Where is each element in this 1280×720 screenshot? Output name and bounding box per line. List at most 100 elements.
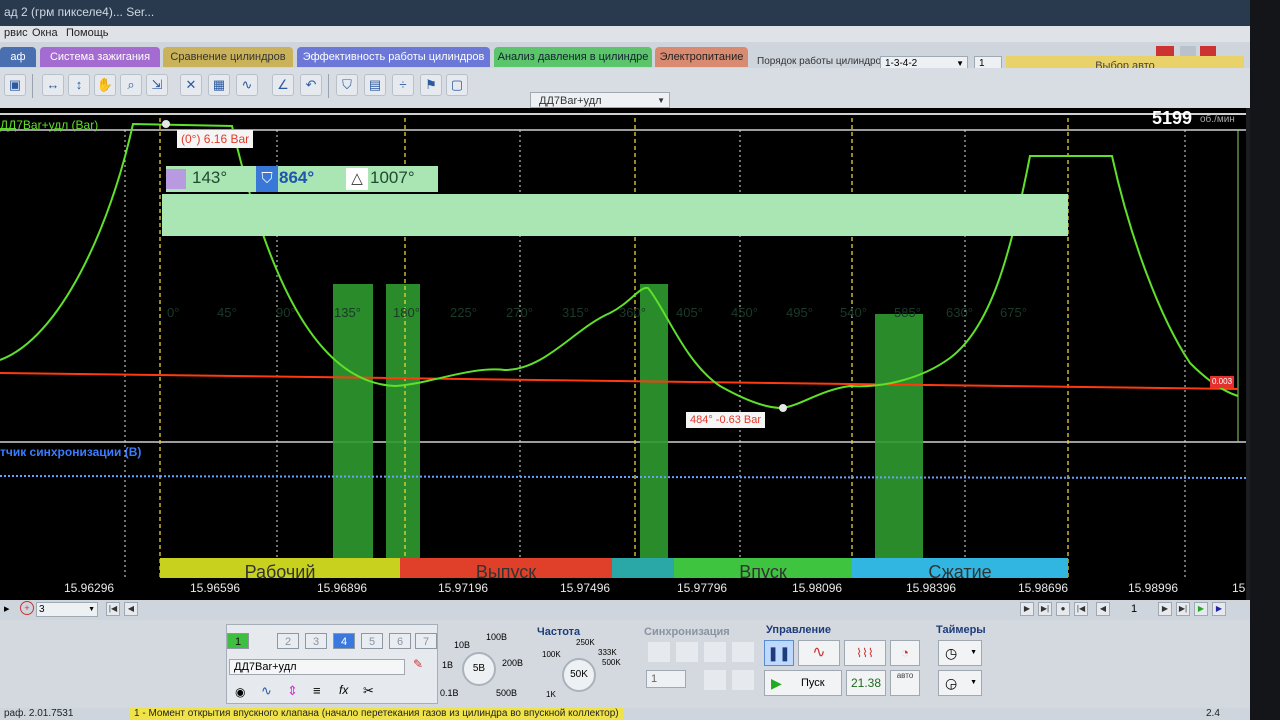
sync-edge-icon[interactable] — [648, 642, 670, 662]
pause-button[interactable]: ❚❚ — [764, 640, 794, 666]
sync-channel-select[interactable]: 1 — [646, 670, 686, 688]
grid-icon[interactable]: ▦ — [208, 74, 230, 96]
menu-bar: рвис Окна Помощь — [0, 26, 1250, 42]
split-icon[interactable]: ÷ — [392, 74, 414, 96]
channel-button-4[interactable]: 4 — [333, 633, 355, 649]
play-icon: ▶ — [771, 675, 782, 691]
minus-icon[interactable]: ▸ — [4, 602, 10, 615]
channel-select-value: ДД7Bar+удл — [539, 95, 602, 107]
chevron-down-icon: ▼ — [970, 649, 977, 656]
flag-icon[interactable]: ⚑ — [420, 74, 442, 96]
play-icon[interactable]: ▶ — [1194, 602, 1208, 616]
channel-select[interactable]: ДД7Bar+удл ▼ — [530, 92, 670, 108]
time-tick: 15.96596 — [190, 581, 241, 595]
frequency-knob[interactable]: 50K — [562, 658, 596, 692]
tab-power[interactable]: Электропитание — [655, 47, 748, 67]
angle-readout: 143° ⛉ 864° △ 1007° — [166, 166, 438, 192]
filter-marker-icon: ⛉ — [256, 166, 278, 192]
lines-icon[interactable]: ≡ — [313, 683, 321, 698]
range-knob[interactable]: 5В — [462, 652, 496, 686]
tab-pressure-analysis[interactable]: Анализ давления в цилиндре — [494, 47, 652, 67]
last-icon[interactable]: ▶| — [1038, 602, 1052, 616]
step-back-icon[interactable]: ◀ — [1096, 602, 1110, 616]
move-horizontal-icon[interactable]: ↔ — [42, 74, 64, 96]
fit-icon[interactable]: ⇲ — [146, 74, 168, 96]
tab-cylinder-compare[interactable]: Сравнение цилиндров — [163, 47, 293, 67]
channel-button-2[interactable]: 2 — [277, 633, 299, 649]
channel-button-3[interactable]: 3 — [305, 633, 327, 649]
step-forward-icon[interactable]: ▶ — [1158, 602, 1172, 616]
next-icon[interactable]: ▶ — [1020, 602, 1034, 616]
add-marker-icon[interactable]: + — [20, 601, 34, 615]
sync-cancel-icon[interactable] — [732, 670, 754, 690]
timer-button-1[interactable]: ◷ ▼ — [938, 640, 982, 666]
skip-forward-icon[interactable]: ▶| — [1176, 602, 1190, 616]
first-page-icon[interactable]: |◀ — [106, 602, 120, 616]
phase-exhaust: Выпуск — [400, 558, 612, 580]
tab-ignition[interactable]: Система зажигания — [40, 47, 160, 67]
sine-mode-button[interactable]: ∿ — [798, 640, 840, 666]
pulse-mode-button[interactable]: ⌇⌇⌇ — [844, 640, 886, 666]
marker-point-top[interactable] — [162, 120, 170, 128]
timer-mode-button[interactable]: ◔ — [890, 640, 920, 666]
range-value: 5В — [472, 663, 486, 674]
channel-button-1[interactable]: 1 — [227, 633, 249, 649]
invert-icon[interactable]: ⇕ — [287, 683, 298, 699]
timer-button-2[interactable]: ◶ ▼ — [938, 670, 982, 696]
eye-icon[interactable]: ◉ — [235, 685, 245, 699]
sync-level-icon[interactable] — [704, 642, 726, 662]
tab-cylinder-efficiency[interactable]: Эффективность работы цилиндров — [297, 47, 490, 67]
start-label: Пуск — [801, 677, 825, 689]
page-number[interactable]: 1 — [1114, 602, 1154, 617]
channel-button-7[interactable]: 7 — [415, 633, 437, 649]
edit-icon[interactable]: ✎ — [413, 657, 423, 671]
close-icon[interactable] — [1156, 46, 1174, 56]
range-knob-group: 10В 100В 1В 200В 0.1В 500В 5В — [440, 632, 530, 704]
channel-button-6[interactable]: 6 — [389, 633, 411, 649]
zoom-icon[interactable]: ⌕ — [120, 74, 142, 96]
menu-help[interactable]: Помощь — [66, 27, 109, 39]
filter-icon[interactable]: ⛉ — [336, 74, 358, 96]
sync-edit-icon[interactable] — [704, 670, 726, 690]
time-tick: 15.98396 — [906, 581, 957, 595]
time-tick: 15.96296 — [64, 581, 115, 595]
range-label: 10В — [454, 640, 471, 650]
range-label: 100В — [486, 632, 508, 642]
firing-order-label: Порядок работы цилиндров — [757, 56, 887, 67]
marker-count-select[interactable]: 3 ▼ — [36, 602, 98, 617]
hand-icon[interactable]: ✋ — [94, 74, 116, 96]
skip-back-icon[interactable]: |◀ — [1074, 602, 1088, 616]
tilt-icon[interactable]: ↶ — [300, 74, 322, 96]
cursor-icon[interactable]: ✕ — [180, 74, 202, 96]
angle-tick: 360° — [619, 305, 646, 320]
angle-icon[interactable]: ∠ — [272, 74, 294, 96]
freq-label: 333K — [598, 648, 617, 657]
move-vertical-icon[interactable]: ↕ — [68, 74, 90, 96]
document-icon[interactable]: ▢ — [446, 74, 468, 96]
prev-page-icon[interactable]: ◀ — [124, 602, 138, 616]
auto-button[interactable]: авто — [890, 670, 920, 696]
sync-fall-icon[interactable] — [676, 642, 698, 662]
window-close-icon[interactable] — [1200, 46, 1216, 56]
save-icon[interactable]: ▣ — [4, 74, 26, 96]
function-icon[interactable]: fx — [339, 683, 348, 697]
table-icon[interactable]: ▤ — [364, 74, 386, 96]
oscillogram-plot[interactable]: ДД7Bar+удл (Bar) 5199 об./мин (0°) 6.16 … — [0, 108, 1246, 580]
marker-point-bottom[interactable] — [779, 404, 787, 412]
menu-windows[interactable]: Окна — [32, 27, 58, 39]
pulse-icon[interactable]: ∿ — [261, 683, 272, 699]
start-button[interactable]: ▶ Пуск — [764, 670, 842, 696]
menu-service[interactable]: рвис — [4, 27, 28, 39]
tab-graph[interactable]: аф — [0, 47, 36, 67]
sync-mode-icon[interactable] — [732, 642, 754, 662]
time-tick: 15.98696 — [1018, 581, 1069, 595]
restore-icon[interactable] — [1180, 46, 1196, 56]
channel-button-5[interactable]: 5 — [361, 633, 383, 649]
status-bar: раф. 2.01.7531 1 - Момент открытия впуск… — [0, 708, 1250, 720]
tools-icon[interactable]: ✂ — [363, 683, 374, 699]
end-icon[interactable]: ▶ — [1212, 602, 1226, 616]
channel-name-input[interactable]: ДД7Bar+удл — [229, 659, 405, 675]
phase-compression: Сжатие — [852, 558, 1068, 580]
record-icon[interactable]: ● — [1056, 602, 1070, 616]
wave-icon[interactable]: ∿ — [236, 74, 258, 96]
